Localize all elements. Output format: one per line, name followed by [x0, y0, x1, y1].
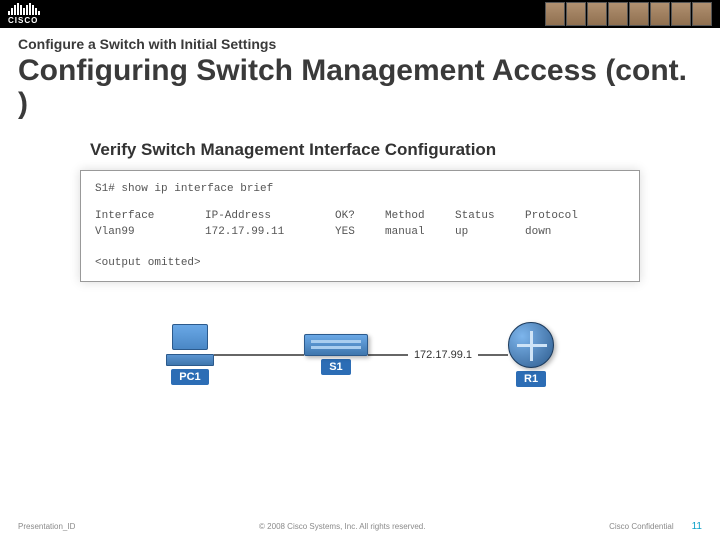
footer-center: © 2008 Cisco Systems, Inc. All rights re…	[75, 522, 609, 531]
section-kicker: Configure a Switch with Initial Settings	[0, 28, 720, 54]
pc-icon	[166, 324, 214, 366]
val-method: manual	[385, 224, 455, 241]
cli-omitted: <output omitted>	[95, 255, 625, 272]
top-bar: CISCO	[0, 0, 720, 28]
content-panel: Verify Switch Management Interface Confi…	[80, 140, 640, 387]
router-ip-label: 172.17.99.1	[414, 349, 472, 361]
link-line	[478, 354, 508, 356]
hdr-ip: IP-Address	[205, 208, 335, 225]
hdr-status: Status	[455, 208, 525, 225]
device-router: R1	[508, 322, 554, 387]
switch-label: S1	[321, 359, 350, 375]
pc-label: PC1	[171, 369, 208, 385]
brand-logo: CISCO	[8, 3, 40, 25]
topology-diagram: PC1 S1 172.17.99.1 R1	[80, 322, 640, 387]
hdr-ok: OK?	[335, 208, 385, 225]
val-interface: Vlan99	[95, 224, 205, 241]
hdr-method: Method	[385, 208, 455, 225]
page-title: Configuring Switch Management Access (co…	[0, 54, 720, 120]
val-protocol: down	[525, 224, 605, 241]
hdr-interface: Interface	[95, 208, 205, 225]
cli-command: S1# show ip interface brief	[95, 181, 625, 198]
device-pc: PC1	[166, 324, 214, 385]
val-status: up	[455, 224, 525, 241]
brand-name: CISCO	[8, 16, 38, 25]
switch-icon	[304, 334, 368, 356]
decorative-photo-strip	[545, 2, 712, 26]
footer-right: Cisco Confidential	[609, 522, 673, 531]
logo-bars-icon	[8, 3, 40, 15]
hdr-protocol: Protocol	[525, 208, 605, 225]
device-switch: S1	[304, 334, 368, 375]
cli-header-row: Interface IP-Address OK? Method Status P…	[95, 208, 625, 225]
link-line	[368, 354, 408, 356]
router-icon	[508, 322, 554, 368]
router-label: R1	[516, 371, 546, 387]
cli-output-box: S1# show ip interface brief Interface IP…	[80, 170, 640, 282]
footer-left: Presentation_ID	[18, 522, 75, 531]
page-number: 11	[692, 521, 702, 532]
slide: CISCO Configure a Switch with Initial Se…	[0, 0, 720, 540]
panel-heading: Verify Switch Management Interface Confi…	[90, 140, 640, 160]
cli-data-row: Vlan99 172.17.99.11 YES manual up down	[95, 224, 625, 241]
link-line	[214, 354, 304, 356]
footer: Presentation_ID © 2008 Cisco Systems, In…	[0, 521, 720, 532]
val-ip: 172.17.99.11	[205, 224, 335, 241]
val-ok: YES	[335, 224, 385, 241]
